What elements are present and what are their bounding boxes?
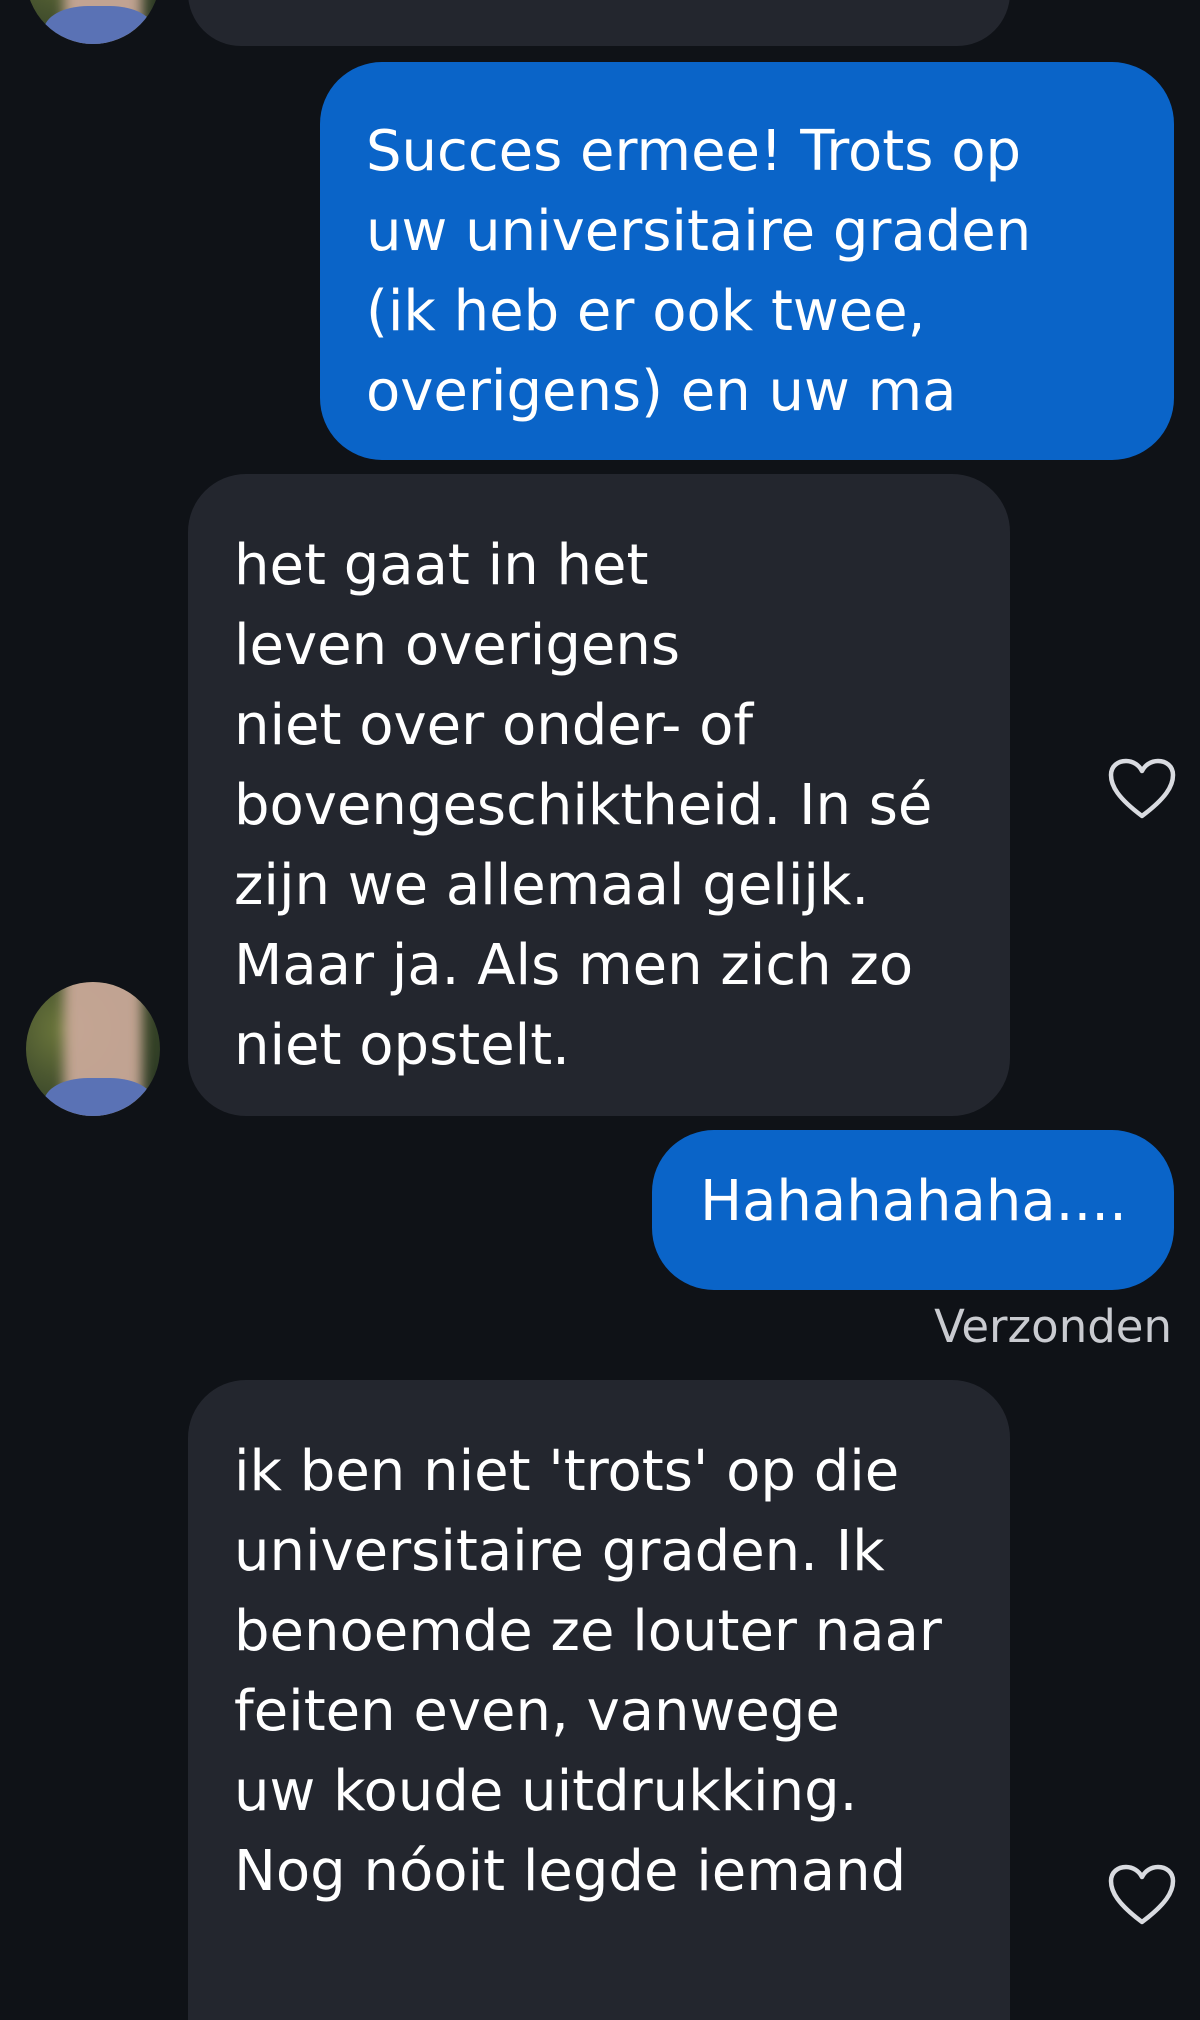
sent-message[interactable]: Hahahahaha.... — [652, 1130, 1174, 1290]
avatar-shirt — [44, 6, 154, 44]
received-message[interactable]: ik ben niet 'trots' op die universitaire… — [188, 1380, 1010, 2020]
avatar-shirt — [44, 1078, 154, 1116]
received-message[interactable]: het gaat in het leven overigens niet ove… — [188, 474, 1010, 1116]
previous-received-message[interactable] — [188, 0, 1010, 46]
contact-avatar[interactable] — [26, 982, 160, 1116]
sent-status: Verzonden — [934, 1300, 1172, 1353]
sent-message[interactable]: Succes ermee! Trots op uw universitaire … — [320, 62, 1174, 460]
contact-avatar-top[interactable] — [26, 0, 160, 44]
like-heart-icon[interactable] — [1108, 758, 1176, 820]
like-heart-icon[interactable] — [1108, 1864, 1176, 1926]
